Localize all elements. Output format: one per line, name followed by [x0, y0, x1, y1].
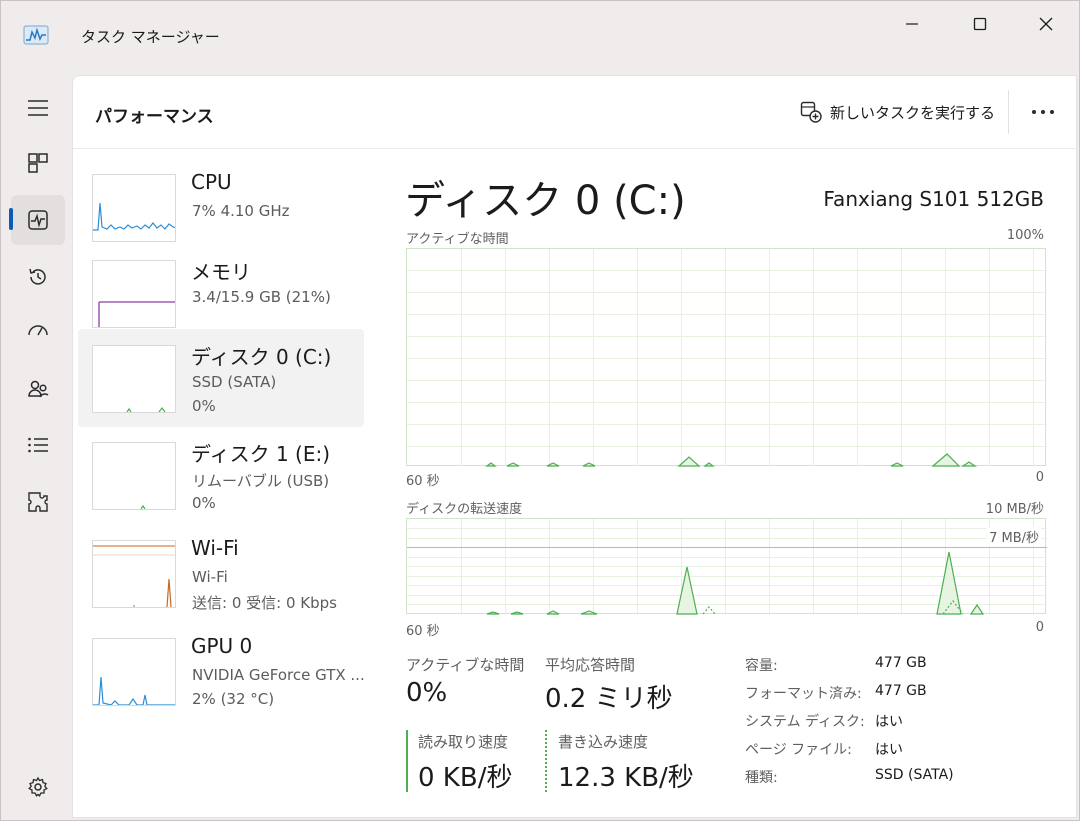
hamburger-menu-button[interactable] [11, 83, 65, 133]
window-title: タスク マネージャー [81, 28, 220, 46]
device-name: Wi-Fi [191, 536, 239, 560]
device-usage: 送信: 0 受信: 0 Kbps [192, 594, 337, 612]
device-item-cpu[interactable]: CPU 7% 4.10 GHz [78, 158, 364, 256]
toolbar-divider [1008, 90, 1009, 134]
transfer-graph-x-left: 60 秒 [406, 624, 440, 639]
startup-apps-icon [28, 325, 48, 336]
nav-app-history[interactable] [11, 252, 65, 302]
device-name: ディスク 1 (E:) [191, 442, 331, 466]
memory-thumbnail-graph [92, 260, 176, 328]
formatted-value: 477 GB [875, 683, 927, 699]
active-time-graph [406, 248, 1047, 467]
task-manager-window: タスク マネージャー パフォーマンス 新しいタスクを実行する CPU 7% 4.… [0, 0, 1080, 821]
task-manager-icon [23, 25, 49, 45]
disk-0-thumbnail-graph [92, 345, 176, 413]
active-time-graph-x-right: 0 [1035, 470, 1044, 485]
close-icon [1039, 17, 1053, 31]
minimize-icon [906, 23, 918, 25]
device-usage: 0% [192, 397, 216, 415]
detail-title: ディスク 0 (C:) [405, 178, 686, 224]
device-item-wifi[interactable]: Wi-Fi Wi-Fi 送信: 0 受信: 0 Kbps [78, 524, 364, 622]
maximize-button[interactable] [957, 9, 1003, 39]
device-name: CPU [191, 170, 232, 194]
read-speed-marker [406, 730, 408, 792]
disk-model: Fanxiang S101 512GB [823, 187, 1044, 211]
performance-page: パフォーマンス 新しいタスクを実行する CPU 7% 4.10 GHz メモリ … [72, 75, 1078, 818]
app-history-icon [29, 268, 46, 285]
device-item-gpu-0[interactable]: GPU 0 NVIDIA GeForce GTX ... 2% (32 °C) [78, 622, 365, 720]
active-time-graph-max: 100% [1006, 228, 1044, 243]
device-subtitle: Wi-Fi [192, 568, 228, 586]
capacity-value: 477 GB [875, 655, 927, 671]
title-bar: タスク マネージャー [1, 1, 1080, 73]
transfer-graph-x-right: 0 [1035, 620, 1044, 635]
minimize-button[interactable] [889, 9, 935, 39]
active-time-graph-x-left: 60 秒 [406, 474, 440, 489]
device-name: メモリ [191, 260, 251, 284]
transfer-rate-graph: 7 MB/秒 [406, 518, 1047, 615]
transfer-graph-line-label: 7 MB/秒 [987, 527, 1041, 546]
active-time-graph-label: アクティブな時間 [406, 232, 509, 247]
maximize-icon [973, 17, 987, 31]
active-nav-indicator [9, 208, 13, 230]
device-subtitle: SSD (SATA) [192, 373, 277, 391]
active-time-value: 0% [406, 678, 448, 708]
write-speed-label: 書き込み速度 [558, 733, 649, 751]
device-name: ディスク 0 (C:) [191, 345, 332, 369]
performance-icon [28, 210, 48, 230]
processes-icon [28, 153, 48, 173]
device-subtitle: 3.4/15.9 GB (21%) [192, 288, 331, 306]
details-icon [28, 437, 48, 453]
avg-response-label: 平均応答時間 [545, 656, 636, 674]
system-disk-label: システム ディスク: [745, 714, 865, 730]
run-new-task-button[interactable]: 新しいタスクを実行する [800, 98, 995, 126]
read-speed-value: 0 KB/秒 [418, 763, 513, 793]
device-name: GPU 0 [191, 634, 253, 658]
device-usage: 2% (32 °C) [192, 690, 275, 708]
more-options-icon [1032, 110, 1054, 114]
nav-settings[interactable] [11, 762, 65, 812]
device-item-disk-0[interactable]: ディスク 0 (C:) SSD (SATA) 0% [78, 329, 364, 427]
write-speed-marker [545, 730, 547, 792]
device-subtitle: 7% 4.10 GHz [192, 202, 290, 220]
device-item-memory[interactable]: メモリ 3.4/15.9 GB (21%) [78, 244, 364, 342]
device-subtitle: NVIDIA GeForce GTX ... [192, 666, 365, 684]
header-divider [73, 148, 1078, 149]
avg-response-value: 0.2 ミリ秒 [545, 684, 673, 714]
write-speed-value: 12.3 KB/秒 [558, 763, 694, 793]
nav-startup-apps[interactable] [11, 307, 65, 357]
device-usage: 0% [192, 494, 216, 512]
cpu-thumbnail-graph [92, 174, 176, 242]
disk-1-thumbnail-graph [92, 442, 176, 510]
nav-users[interactable] [11, 364, 65, 414]
users-icon [28, 380, 49, 398]
nav-services[interactable] [11, 477, 65, 527]
run-new-task-label: 新しいタスクを実行する [830, 103, 996, 122]
disk-type-label: 種類: [745, 770, 778, 786]
more-options-button[interactable] [1028, 98, 1058, 126]
page-title: パフォーマンス [95, 107, 214, 127]
gpu-0-thumbnail-graph [92, 638, 176, 706]
device-subtitle: リムーバブル (USB) [192, 472, 330, 490]
page-file-value: はい [875, 742, 903, 758]
device-item-disk-1[interactable]: ディスク 1 (E:) リムーバブル (USB) 0% [78, 426, 364, 524]
capacity-label: 容量: [745, 658, 778, 674]
page-file-label: ページ ファイル: [745, 742, 852, 758]
nav-processes[interactable] [11, 138, 65, 188]
transfer-graph-max: 10 MB/秒 [985, 502, 1044, 517]
services-icon [28, 492, 48, 512]
transfer-graph-label: ディスクの転送速度 [406, 502, 523, 517]
close-button[interactable] [1023, 9, 1069, 39]
wifi-thumbnail-graph [92, 540, 176, 608]
formatted-label: フォーマット済み: [745, 686, 862, 702]
nav-performance[interactable] [11, 195, 65, 245]
disk-type-value: SSD (SATA) [875, 767, 954, 783]
new-task-icon [800, 101, 822, 123]
nav-details[interactable] [11, 420, 65, 470]
hamburger-menu-icon [28, 100, 48, 116]
system-disk-value: はい [875, 714, 903, 730]
active-time-label: アクティブな時間 [406, 656, 525, 674]
read-speed-label: 読み取り速度 [418, 733, 509, 751]
settings-icon [28, 776, 48, 797]
